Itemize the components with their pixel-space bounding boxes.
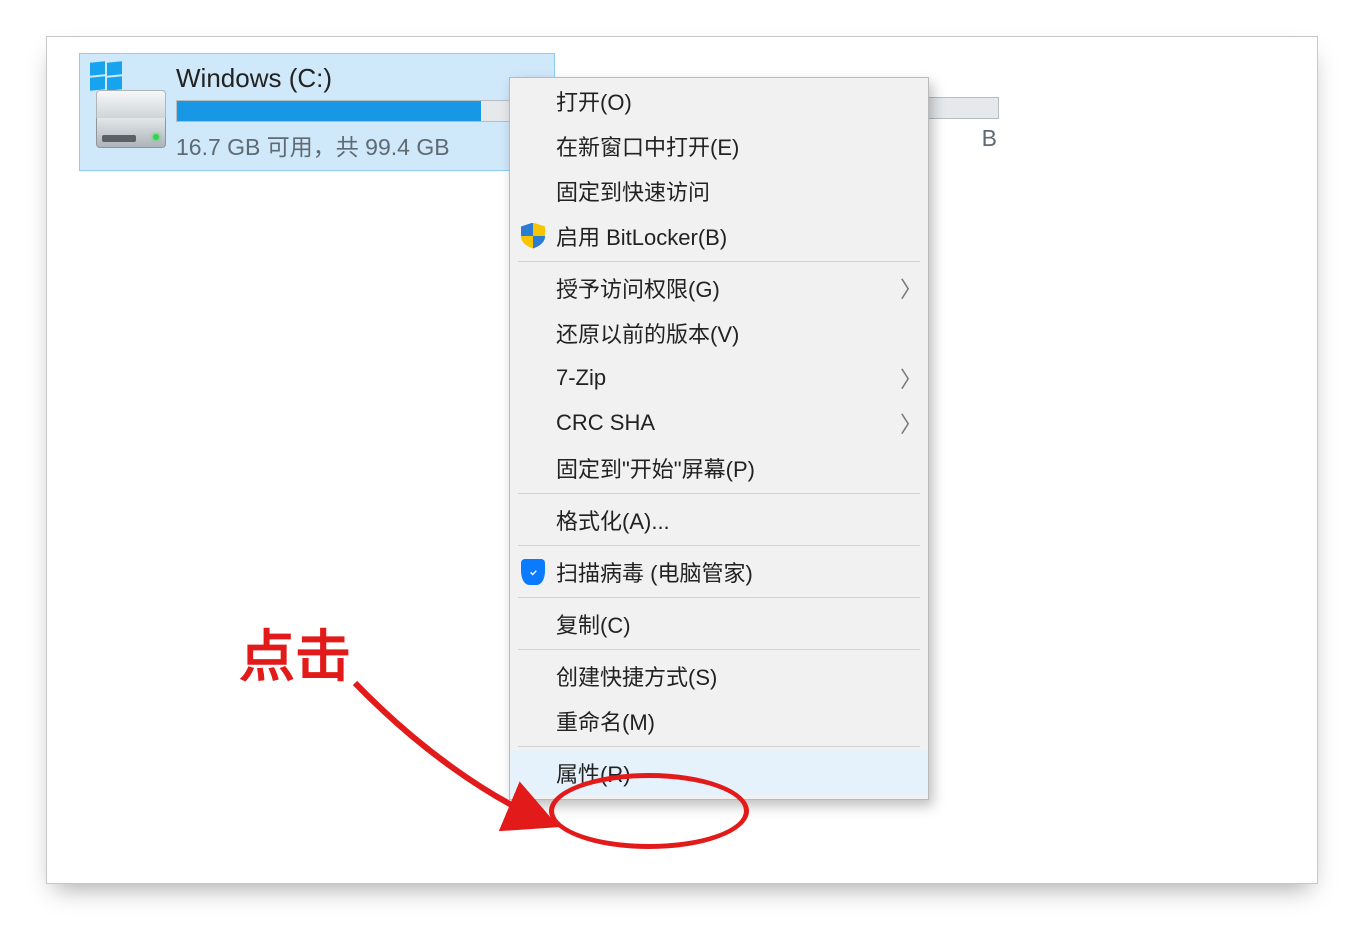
menu-item-label: 固定到快速访问 (556, 175, 894, 207)
menu-item-label: 扫描病毒 (电脑管家) (556, 556, 894, 588)
menu-item-label: 创建快捷方式(S) (556, 660, 894, 692)
menu-item-label: 授予访问权限(G) (556, 272, 894, 304)
menu-item-label: 7-Zip (556, 365, 894, 391)
drive-c-tile[interactable]: Windows (C:) 16.7 GB 可用，共 99.4 GB (79, 53, 555, 171)
explorer-window: Windows (C:) 16.7 GB 可用，共 99.4 GB B 打开(O… (46, 36, 1318, 884)
drive-c-label: Windows (C:) (176, 63, 544, 94)
drive-c-used-fill (177, 101, 481, 121)
menu-item-label: 重命名(M) (556, 705, 894, 737)
menu-item-label: CRC SHA (556, 410, 894, 436)
submenu-arrow-icon: 〉 (894, 272, 928, 304)
menu-separator (518, 746, 920, 747)
submenu-arrow-icon: 〉 (894, 407, 928, 439)
menu-item-15[interactable]: 复制(C) (510, 601, 928, 646)
drive-c-stat: 16.7 GB 可用，共 99.4 GB (176, 128, 544, 162)
menu-separator (518, 597, 920, 598)
windows-logo-icon (90, 62, 124, 92)
menu-item-17[interactable]: 创建快捷方式(S) (510, 653, 928, 698)
menu-item-label: 还原以前的版本(V) (556, 317, 894, 349)
menu-item-label: 在新窗口中打开(E) (556, 130, 894, 162)
menu-item-1[interactable]: 在新窗口中打开(E) (510, 123, 928, 168)
menu-item-13[interactable]: 扫描病毒 (电脑管家) (510, 549, 928, 594)
menu-item-6[interactable]: 还原以前的版本(V) (510, 310, 928, 355)
menu-separator (518, 649, 920, 650)
submenu-arrow-icon: 〉 (894, 362, 928, 394)
menu-item-0[interactable]: 打开(O) (510, 78, 928, 123)
uac-shield-icon (510, 223, 556, 249)
menu-separator (518, 493, 920, 494)
annotation-label: 点击 (239, 612, 351, 693)
menu-item-8[interactable]: CRC SHA〉 (510, 400, 928, 445)
menu-item-18[interactable]: 重命名(M) (510, 698, 928, 743)
tencent-shield-icon (510, 559, 556, 585)
menu-item-label: 复制(C) (556, 608, 894, 640)
drive-d-stat-suffix: B (982, 125, 997, 152)
drive-c-icon (90, 60, 176, 164)
drive-context-menu: 打开(O) 在新窗口中打开(E) 固定到快速访问启用 BitLocker(B) 授予访… (509, 77, 929, 800)
menu-item-7[interactable]: 7-Zip〉 (510, 355, 928, 400)
menu-item-11[interactable]: 格式化(A)... (510, 497, 928, 542)
menu-item-3[interactable]: 启用 BitLocker(B) (510, 213, 928, 258)
menu-item-5[interactable]: 授予访问权限(G)〉 (510, 265, 928, 310)
menu-item-label: 启用 BitLocker(B) (556, 220, 894, 252)
menu-item-label: 打开(O) (556, 85, 894, 117)
menu-item-2[interactable]: 固定到快速访问 (510, 168, 928, 213)
drive-c-capacity-bar (176, 100, 544, 122)
menu-item-label: 格式化(A)... (556, 504, 894, 536)
hdd-icon (96, 90, 166, 148)
menu-item-9[interactable]: 固定到"开始"屏幕(P) (510, 445, 928, 490)
menu-separator (518, 545, 920, 546)
menu-item-label: 固定到"开始"屏幕(P) (556, 452, 894, 484)
menu-separator (518, 261, 920, 262)
annotation-ellipse-icon (549, 773, 749, 849)
